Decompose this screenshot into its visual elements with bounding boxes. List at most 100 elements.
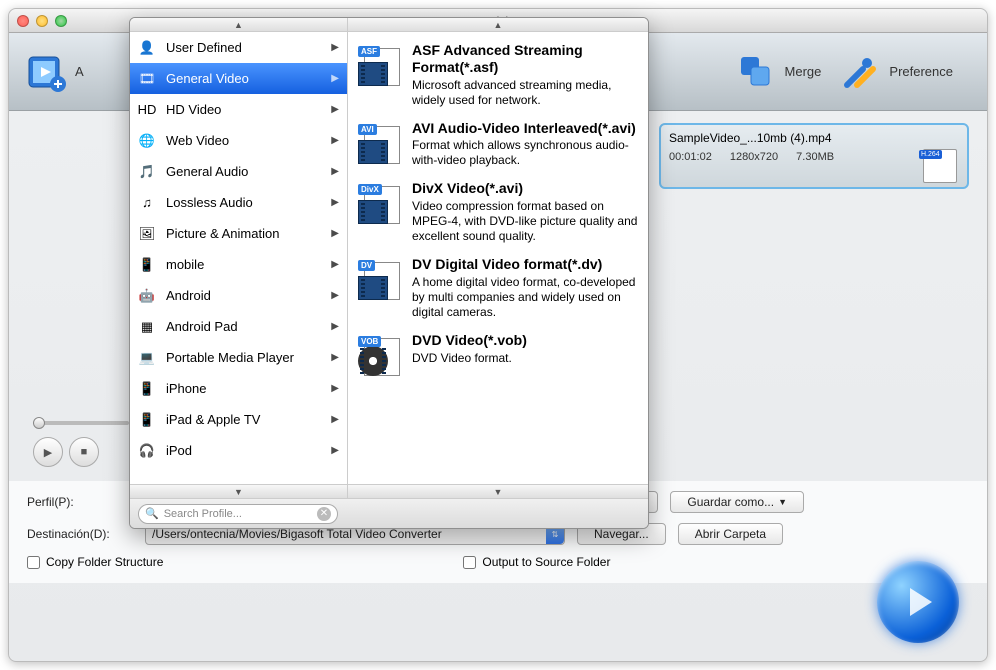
scroll-up-button[interactable]: ▲ — [130, 18, 347, 32]
play-button[interactable]: ▶ — [33, 437, 63, 467]
preference-label: Preference — [889, 64, 953, 79]
window-close-button[interactable] — [17, 15, 29, 27]
format-item[interactable]: ASF ASF Advanced Streaming Format(*.asf)… — [348, 36, 648, 114]
destination-label: Destinación(D): — [27, 527, 145, 541]
chevron-right-icon: ▶ — [331, 197, 339, 208]
category-label: General Audio — [166, 164, 248, 179]
category-item[interactable]: 🎵General Audio▶ — [130, 156, 347, 187]
chevron-right-icon: ▶ — [331, 352, 339, 363]
format-list: ASF ASF Advanced Streaming Format(*.asf)… — [348, 32, 648, 484]
chevron-right-icon: ▶ — [331, 321, 339, 332]
category-icon: HD — [138, 101, 156, 119]
preview-slider-knob[interactable] — [33, 417, 45, 429]
profile-popover: ▲ 👤User Defined▶🎞General Video▶ HD HD Vide… — [129, 17, 649, 529]
search-icon: 🔍 — [145, 507, 159, 520]
category-item[interactable]: 📱 iPhone ▶ — [130, 373, 347, 404]
category-item[interactable]: 📱iPad & Apple TV▶ — [130, 404, 347, 435]
copy-structure-input[interactable] — [27, 556, 40, 569]
category-item[interactable]: 🤖 Android ▶ — [130, 280, 347, 311]
format-description: Video compression format based on MPEG-4… — [412, 199, 638, 244]
category-icon: 🤖 — [138, 287, 156, 305]
chevron-right-icon: ▶ — [331, 135, 339, 146]
chevron-right-icon: ▶ — [331, 383, 339, 394]
category-label: User Defined — [166, 40, 242, 55]
stop-button[interactable]: ■ — [69, 437, 99, 467]
file-size: 7.30MB — [796, 151, 834, 163]
category-icon: ▦ — [138, 318, 156, 336]
category-label: Lossless Audio — [166, 195, 253, 210]
chevron-right-icon: ▶ — [331, 228, 339, 239]
category-item[interactable]: 🎞General Video▶ — [130, 63, 347, 94]
clear-search-button[interactable]: ✕ — [317, 507, 331, 521]
window-zoom-button[interactable] — [55, 15, 67, 27]
scroll-down-button[interactable]: ▼ — [130, 484, 347, 498]
chevron-right-icon: ▶ — [331, 445, 339, 456]
chevron-right-icon: ▶ — [331, 73, 339, 84]
category-label: Portable Media Player — [166, 350, 294, 365]
format-item[interactable]: DivX DivX Video(*.avi) Video compression… — [348, 174, 648, 250]
format-title: DV Digital Video format(*.dv) — [412, 256, 638, 273]
app-window: ado) A Merge Preference SampleVideo_...1… — [8, 8, 988, 662]
category-label: Web Video — [166, 133, 229, 148]
category-icon: 🖼 — [138, 225, 156, 243]
open-folder-button[interactable]: Abrir Carpeta — [678, 523, 783, 545]
format-title: AVI Audio-Video Interleaved(*.avi) — [412, 120, 638, 137]
category-item[interactable]: ▦ Android Pad▶ — [130, 311, 347, 342]
category-label: HD Video — [166, 102, 221, 117]
file-list-item[interactable]: SampleVideo_...10mb (4).mp4 00:01:02 128… — [659, 123, 969, 189]
copy-structure-checkbox[interactable]: Copy Folder Structure — [27, 555, 163, 569]
merge-label: Merge — [785, 64, 822, 79]
convert-start-button[interactable] — [877, 561, 959, 643]
save-as-button[interactable]: Guardar como... ▼ — [670, 491, 804, 513]
format-item[interactable]: VOB DVD Video(*.vob) DVD Video format. — [348, 326, 648, 382]
category-label: iPhone — [166, 381, 206, 396]
category-item[interactable]: HDHD Video▶ — [130, 94, 347, 125]
preference-button[interactable]: Preference — [839, 51, 953, 93]
window-minimize-button[interactable] — [36, 15, 48, 27]
add-file-button[interactable]: A — [25, 51, 84, 93]
file-codec-thumb: H.264 — [923, 149, 957, 183]
preference-icon — [839, 51, 881, 93]
profile-label: Perfil(P): — [27, 495, 145, 509]
format-description: Format which allows synchronous audio-wi… — [412, 138, 638, 168]
add-file-icon — [25, 51, 67, 93]
category-column: ▲ 👤User Defined▶🎞General Video▶ HD HD Vide… — [130, 18, 348, 498]
output-source-input[interactable] — [463, 556, 476, 569]
format-title: DivX Video(*.avi) — [412, 180, 638, 197]
merge-button[interactable]: Merge — [735, 51, 822, 93]
category-item[interactable]: 🌐Web Video▶ — [130, 125, 347, 156]
search-profile-input[interactable]: 🔍 Search Profile... ✕ — [138, 504, 338, 524]
category-item[interactable]: 📱mobile▶ — [130, 249, 347, 280]
chevron-down-icon: ▼ — [778, 497, 787, 507]
category-icon: 🎧 — [138, 442, 156, 460]
output-source-checkbox[interactable]: Output to Source Folder — [463, 555, 610, 569]
scroll-up-button[interactable]: ▲ — [348, 18, 648, 32]
category-item[interactable]: 🎧 iPod ▶ — [130, 435, 347, 466]
chevron-right-icon: ▶ — [331, 414, 339, 425]
category-label: iPod — [166, 443, 192, 458]
format-title: DVD Video(*.vob) — [412, 332, 638, 349]
format-item[interactable]: DV DV Digital Video format(*.dv) A home … — [348, 250, 648, 326]
chevron-right-icon: ▶ — [331, 290, 339, 301]
file-name: SampleVideo_...10mb (4).mp4 — [669, 131, 959, 145]
add-file-label: A — [75, 64, 84, 79]
category-item[interactable]: 🖼Picture & Animation▶ — [130, 218, 347, 249]
category-label: mobile — [166, 257, 204, 272]
category-icon: 📱 — [138, 380, 156, 398]
preview-slider-track[interactable] — [33, 421, 129, 425]
scroll-down-button[interactable]: ▼ — [348, 484, 648, 498]
category-item[interactable]: ♫Lossless Audio▶ — [130, 187, 347, 218]
category-label: iPad & Apple TV — [166, 412, 260, 427]
search-row: 🔍 Search Profile... ✕ — [130, 498, 648, 528]
format-item[interactable]: AVI AVI Audio-Video Interleaved(*.avi) F… — [348, 114, 648, 175]
category-list: 👤User Defined▶🎞General Video▶ HD HD Video ▶… — [130, 32, 347, 484]
player-controls: ▶ ■ — [33, 437, 99, 467]
category-icon: 🎞 — [138, 70, 156, 88]
category-item[interactable]: 👤User Defined▶ — [130, 32, 347, 63]
category-item[interactable]: 💻Portable Media Player▶ — [130, 342, 347, 373]
category-label: Android — [166, 288, 211, 303]
format-title: ASF Advanced Streaming Format(*.asf) — [412, 42, 638, 76]
merge-icon — [735, 51, 777, 93]
file-duration: 00:01:02 — [669, 151, 712, 163]
format-thumb-icon: AVI — [358, 120, 402, 164]
